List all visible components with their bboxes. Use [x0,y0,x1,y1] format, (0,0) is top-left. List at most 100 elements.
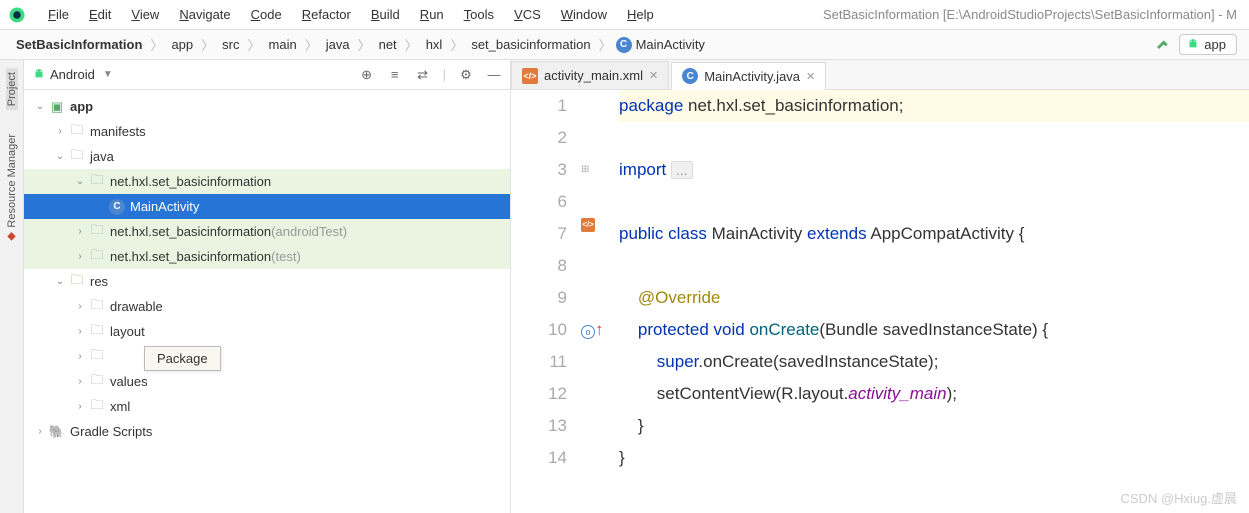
folder-icon: 🗀 [88,371,106,393]
chevron-right-icon: 〉 [401,35,422,54]
editor-tab[interactable]: </>activity_main.xml✕ [511,61,669,89]
chevron-right-icon: 〉 [354,35,375,54]
breadcrumb-item[interactable]: app [167,37,197,52]
tree-node[interactable]: ›🗀values [24,369,510,394]
menu-window[interactable]: Window [551,7,617,22]
tree-arrow-icon[interactable]: ⌄ [32,101,48,112]
breadcrumb-item[interactable]: src [218,37,243,52]
editor-tab[interactable]: CMainActivity.java✕ [671,62,826,90]
menu-navigate[interactable]: Navigate [169,7,240,22]
tree-node[interactable]: ›🗀net.hxl.set_basicinformation (test) [24,244,510,269]
sidebar-tab-resource-manager[interactable]: ◆ Resource Manager [5,130,18,248]
sidebar-tab-project[interactable]: Project [6,68,18,110]
breadcrumb-item[interactable]: MainActivity [632,37,709,52]
menu-file[interactable]: File [38,7,79,22]
select-opened-icon[interactable]: ⊕ [359,67,375,83]
folder-icon: 🗀 [88,346,106,368]
code-area[interactable]: package net.hxl.set_basicinformation;imp… [611,90,1249,513]
line-number: 13 [511,410,567,442]
line-number: 7 [511,218,567,250]
menu-run[interactable]: Run [410,7,454,22]
breadcrumb-item[interactable]: hxl [422,37,447,52]
folder-icon: 🗀 [68,146,86,168]
tree-arrow-icon[interactable]: › [32,426,48,437]
tree-label: net.hxl.set_basicinformation [110,249,271,264]
code-line[interactable]: } [619,410,1249,442]
code-line[interactable]: super.onCreate(savedInstanceState); [619,346,1249,378]
gear-icon[interactable]: ⚙ [458,67,474,83]
dropdown-icon[interactable]: ▼ [103,69,113,80]
menu-tools[interactable]: Tools [454,7,504,22]
expand-icon[interactable]: ≡ [387,67,403,83]
menu-code[interactable]: Code [241,7,292,22]
fold-icon[interactable]: ⊞ [581,154,589,186]
breadcrumb-item[interactable]: SetBasicInformation [12,37,146,52]
breadcrumb-item[interactable]: net [375,37,401,52]
tree-node[interactable]: CMainActivity [24,194,510,219]
tree-arrow-icon[interactable]: › [52,126,68,137]
menu-vcs[interactable]: VCS [504,7,551,22]
breadcrumb-item[interactable]: main [265,37,301,52]
breadcrumb-item[interactable]: set_basicinformation [467,37,594,52]
tree-node[interactable]: ›🗀 [24,344,510,369]
tree-arrow-icon[interactable]: › [72,226,88,237]
related-xml-icon[interactable]: </> [581,218,595,232]
hide-icon[interactable]: — [486,67,502,83]
code-line[interactable]: } [619,442,1249,474]
code-line[interactable] [619,250,1249,282]
line-number: 2 [511,122,567,154]
code-line[interactable] [619,186,1249,218]
tree-arrow-icon[interactable]: › [72,376,88,387]
tree-node[interactable]: ›🗀layout [24,319,510,344]
gradle-icon: 🐘 [48,424,66,440]
tree-node[interactable]: ⌄▣app [24,94,510,119]
collapse-icon[interactable]: ⇄ [415,67,431,83]
close-icon[interactable]: ✕ [649,69,658,82]
tree-arrow-icon[interactable]: › [72,326,88,337]
tree-node[interactable]: ›🗀drawable [24,294,510,319]
tree-node[interactable]: ›🐘Gradle Scripts [24,419,510,444]
tree-arrow-icon[interactable]: ⌄ [52,151,68,162]
tree-node[interactable]: ⌄🗀net.hxl.set_basicinformation [24,169,510,194]
tooltip: Package [144,346,221,371]
tree-node[interactable]: ›🗀xml [24,394,510,419]
menu-refactor[interactable]: Refactor [292,7,361,22]
editor-tabs: </>activity_main.xml✕CMainActivity.java✕ [511,60,1249,90]
tree-node[interactable]: ⌄🗀res [24,269,510,294]
project-tree[interactable]: ⌄▣app›🗀manifests⌄🗀java⌄🗀net.hxl.set_basi… [24,90,510,513]
code-line[interactable] [619,122,1249,154]
tree-arrow-icon[interactable]: ⌄ [72,176,88,187]
tree-node[interactable]: ⌄🗀java [24,144,510,169]
tree-node[interactable]: ›🗀manifests [24,119,510,144]
code-line[interactable]: @Override [619,282,1249,314]
menu-edit[interactable]: Edit [79,7,121,22]
window-title: SetBasicInformation [E:\AndroidStudioPro… [823,7,1241,22]
tree-arrow-icon[interactable]: › [72,301,88,312]
tree-arrow-icon[interactable]: › [72,401,88,412]
build-icon[interactable] [1155,37,1171,53]
override-gutter-icon[interactable]: o [581,325,595,339]
tree-node[interactable]: ›🗀net.hxl.set_basicinformation (androidT… [24,219,510,244]
tree-arrow-icon[interactable]: › [72,351,88,362]
project-view-title[interactable]: Android [50,67,95,82]
close-icon[interactable]: ✕ [806,70,815,83]
tree-arrow-icon[interactable]: ⌄ [52,276,68,287]
tree-arrow-icon[interactable]: › [72,251,88,262]
breadcrumb-item[interactable]: java [322,37,354,52]
tree-suffix: (androidTest) [271,224,347,239]
code-line[interactable]: protected void onCreate(Bundle savedInst… [619,314,1249,346]
code-line[interactable]: setContentView(R.layout.activity_main); [619,378,1249,410]
tree-label: MainActivity [130,199,199,214]
line-number: 1 [511,90,567,122]
run-config-select[interactable]: app [1179,34,1237,55]
breadcrumb: SetBasicInformation〉app〉src〉main〉java〉ne… [12,35,709,54]
editor-area: </>activity_main.xml✕CMainActivity.java✕… [511,60,1249,513]
menu-help[interactable]: Help [617,7,664,22]
menu-view[interactable]: View [121,7,169,22]
code-line[interactable]: import ... [619,154,1249,186]
code-line[interactable]: public class MainActivity extends AppCom… [619,218,1249,250]
menu-build[interactable]: Build [361,7,410,22]
android-icon [32,68,46,82]
editor-body[interactable]: 12367891011121314 ⊞</>o↑ package net.hxl… [511,90,1249,513]
code-line[interactable]: package net.hxl.set_basicinformation; [619,90,1249,122]
